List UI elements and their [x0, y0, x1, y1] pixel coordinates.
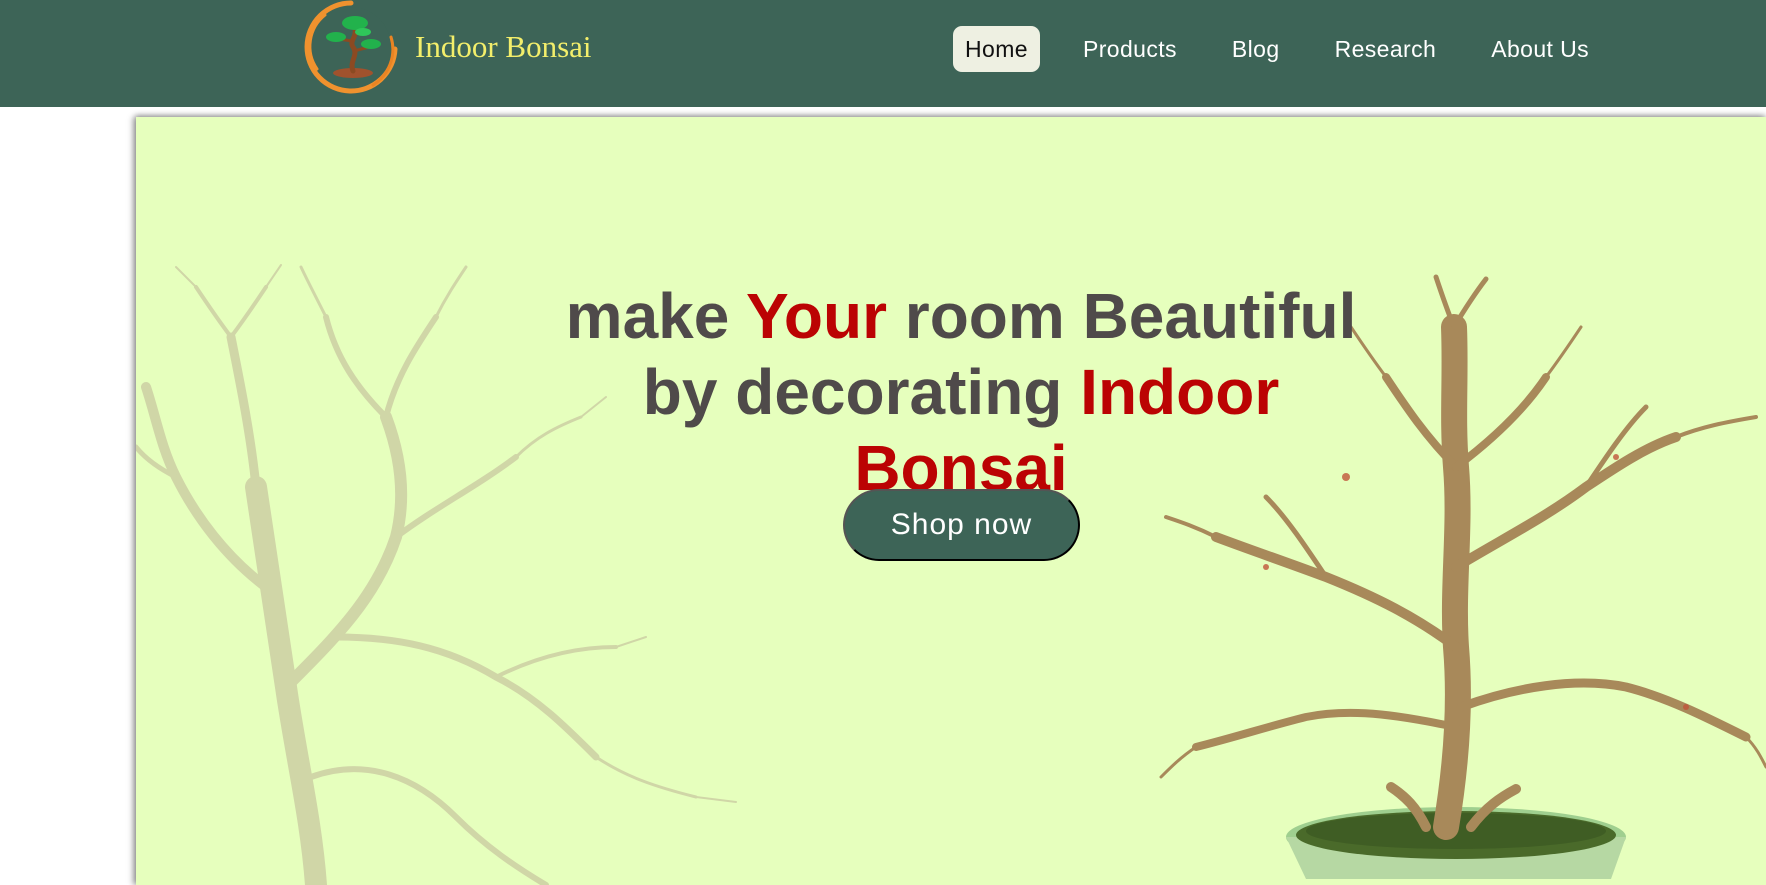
bonsai-logo-icon — [304, 0, 398, 94]
headline-highlight: Indoor — [1080, 355, 1280, 428]
nav-item-products[interactable]: Products — [1071, 26, 1189, 72]
nav-item-home[interactable]: Home — [953, 26, 1040, 72]
headline-text: room Beautiful — [887, 279, 1357, 352]
nav-item-blog[interactable]: Blog — [1220, 26, 1292, 72]
brand-name: Indoor Bonsai — [415, 29, 592, 64]
nav-item-research[interactable]: Research — [1323, 26, 1449, 72]
headline-highlight: Your — [745, 279, 887, 352]
brand[interactable]: Indoor Bonsai — [303, 0, 592, 94]
hero-banner: make Your room Beautiful by decorating I… — [136, 117, 1766, 885]
headline-text: by decorating — [642, 355, 1081, 428]
main-nav: Home Products Blog Research About Us — [953, 26, 1601, 72]
top-navbar: Indoor Bonsai Home Products Blog Researc… — [0, 0, 1766, 107]
nav-item-about-us[interactable]: About Us — [1479, 26, 1601, 72]
shop-now-button[interactable]: Shop now — [843, 489, 1080, 561]
hero-headline: make Your room Beautiful by decorating I… — [136, 278, 1766, 506]
headline-text: make — [565, 279, 746, 352]
